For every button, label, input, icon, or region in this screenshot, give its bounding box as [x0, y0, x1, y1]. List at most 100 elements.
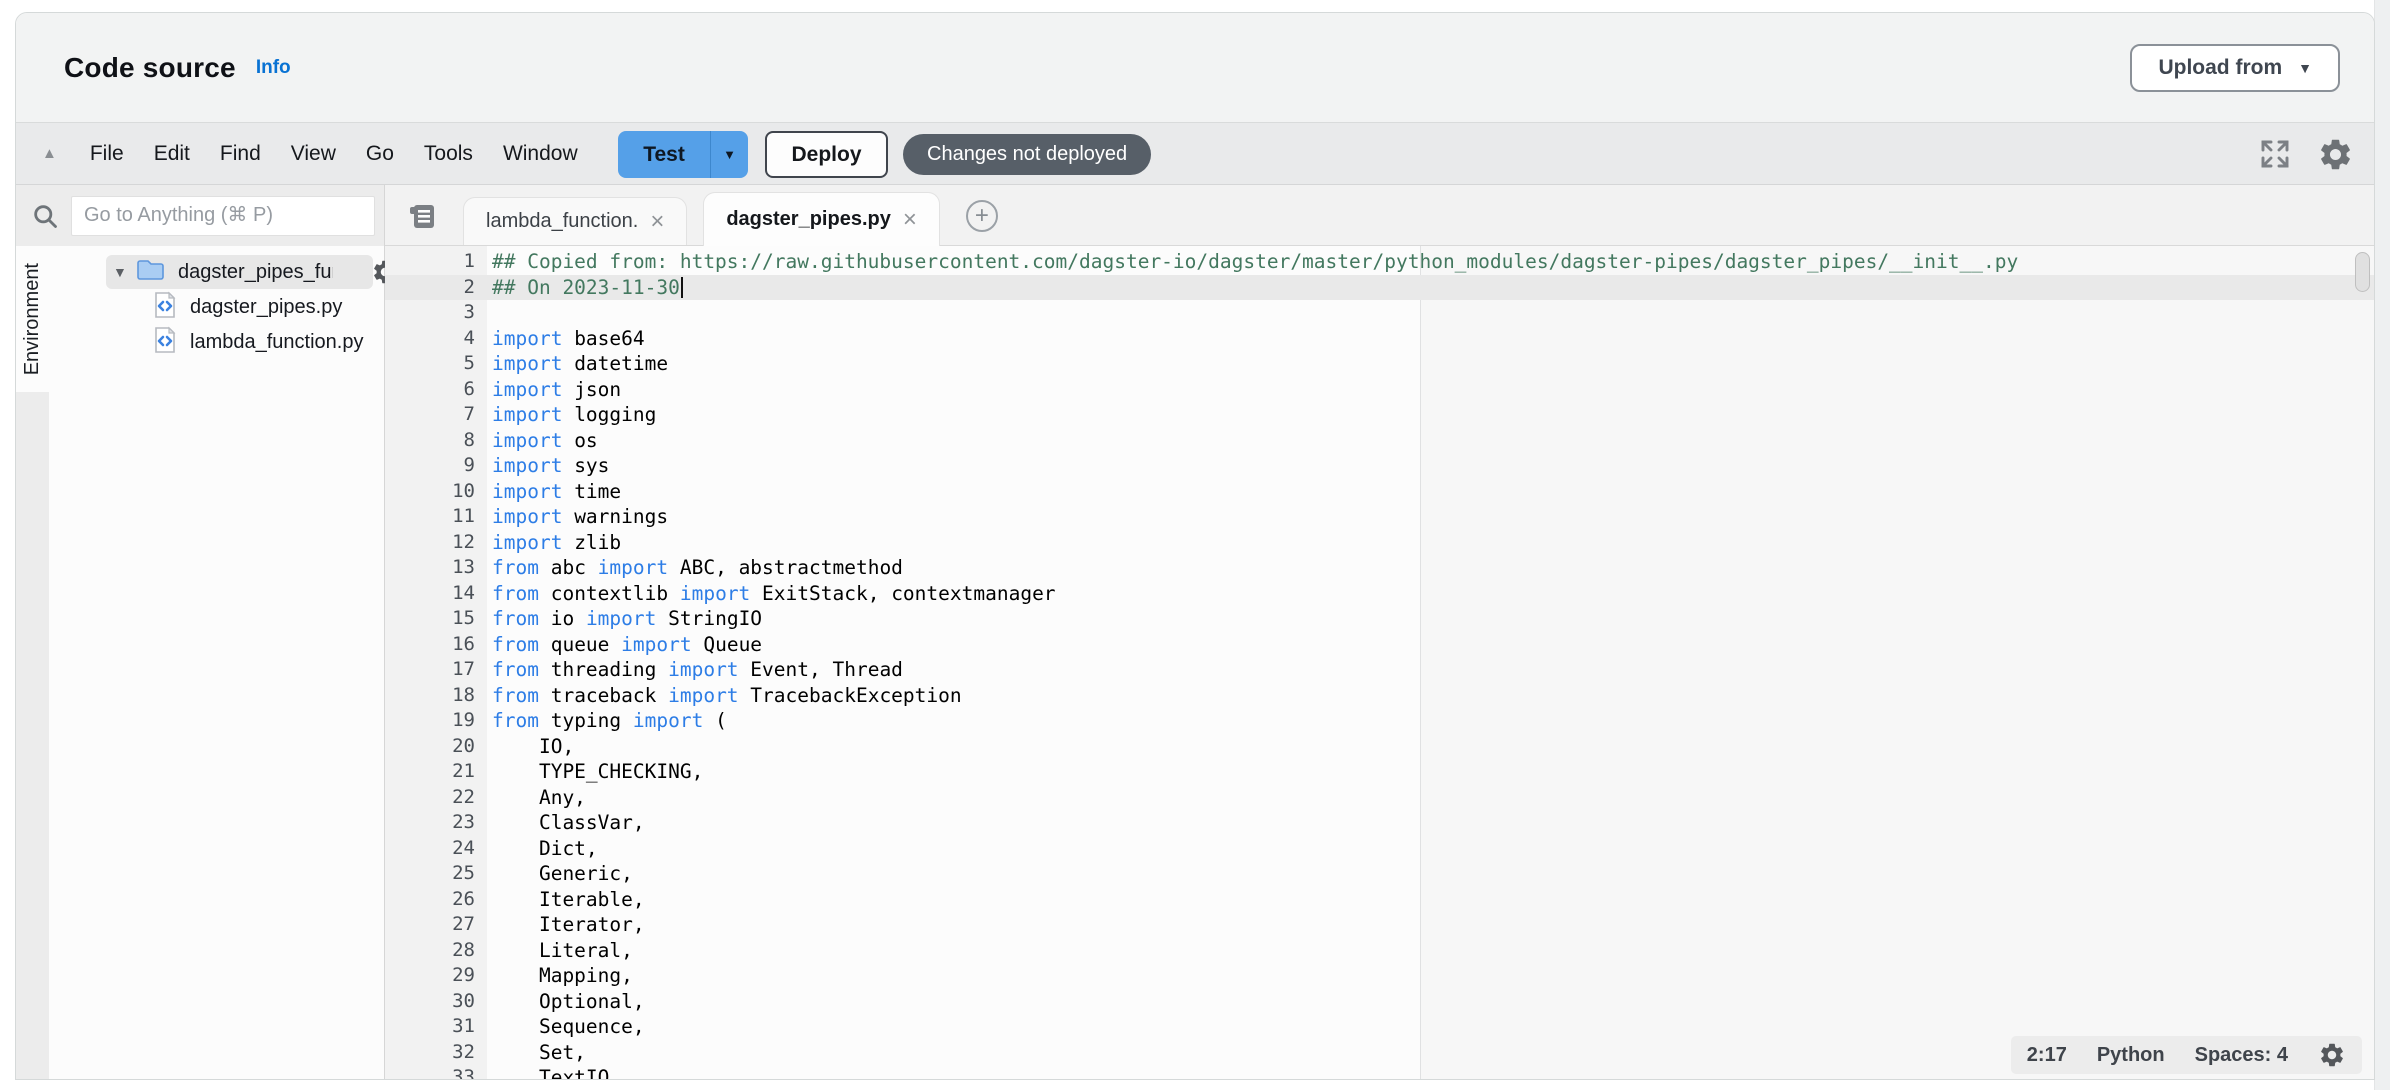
new-tab-plus-icon[interactable]: +: [966, 200, 998, 232]
folder-expand-caret-icon[interactable]: ▼: [113, 264, 135, 280]
code-token: StringIO: [656, 607, 762, 630]
code-token: typing: [539, 709, 633, 732]
tree-file-dagster-pipes-py[interactable]: dagster_pipes.py: [49, 290, 384, 325]
code-token: Mapping,: [492, 964, 633, 987]
editor-scrollbar-thumb[interactable]: [2355, 252, 2370, 292]
tab-dagster-pipes-py[interactable]: dagster_pipes.py×: [703, 192, 940, 246]
code-line[interactable]: 29 Mapping,: [385, 963, 2374, 989]
line-number: 4: [385, 326, 475, 352]
code-token: Iterator,: [492, 913, 645, 936]
code-text: Set,: [475, 1040, 586, 1066]
settings-gear-icon[interactable]: [2317, 136, 2354, 173]
code-token: import: [492, 531, 562, 554]
code-token: import: [621, 633, 691, 656]
tab-list-icon[interactable]: [407, 200, 439, 237]
code-token: Event, Thread: [739, 658, 903, 681]
code-line[interactable]: 22 Any,: [385, 785, 2374, 811]
deploy-button[interactable]: Deploy: [765, 131, 888, 178]
code-line[interactable]: 2## On 2023-11-30: [385, 275, 2374, 301]
code-token: ## Copied from: https://raw.githubuserco…: [492, 250, 2018, 273]
code-line[interactable]: 5import datetime: [385, 351, 2374, 377]
code-line[interactable]: 17from threading import Event, Thread: [385, 657, 2374, 683]
code-line[interactable]: 19from typing import (: [385, 708, 2374, 734]
status-gear-icon[interactable]: [2318, 1041, 2346, 1069]
search-input[interactable]: [71, 196, 375, 236]
code-line[interactable]: 25 Generic,: [385, 861, 2374, 887]
menu-edit[interactable]: Edit: [139, 123, 205, 185]
code-line[interactable]: 9import sys: [385, 453, 2374, 479]
code-token: import: [492, 378, 562, 401]
editor-menubar: ▲ FileEditFindViewGoToolsWindow Test ▼ D…: [16, 123, 2374, 185]
code-token: json: [562, 378, 621, 401]
sidebar-body: Environment ▼ dagster_pipes_funct: [16, 246, 384, 1079]
code-line[interactable]: 21 TYPE_CHECKING,: [385, 759, 2374, 785]
code-token: import: [492, 480, 562, 503]
code-token: TracebackException: [739, 684, 962, 707]
code-line[interactable]: 23 ClassVar,: [385, 810, 2374, 836]
tab-lambda-function-[interactable]: lambda_function.×: [463, 197, 687, 245]
code-line[interactable]: 12import zlib: [385, 530, 2374, 556]
code-line[interactable]: 30 Optional,: [385, 989, 2374, 1015]
code-line[interactable]: 28 Literal,: [385, 938, 2374, 964]
upload-from-button[interactable]: Upload from ▼: [2130, 44, 2340, 92]
menu-window[interactable]: Window: [488, 123, 593, 185]
language-mode[interactable]: Python: [2097, 1044, 2165, 1067]
search-icon: [31, 202, 59, 230]
code-line[interactable]: 7import logging: [385, 402, 2374, 428]
code-text: from typing import (: [475, 708, 727, 734]
code-line[interactable]: 10import time: [385, 479, 2374, 505]
code-line[interactable]: 26 Iterable,: [385, 887, 2374, 913]
code-line[interactable]: 8import os: [385, 428, 2374, 454]
spaces-setting[interactable]: Spaces: 4: [2195, 1044, 2288, 1067]
fullscreen-icon[interactable]: [2259, 138, 2291, 170]
line-number: 14: [385, 581, 475, 607]
code-line[interactable]: 24 Dict,: [385, 836, 2374, 862]
collapse-up-icon[interactable]: ▲: [42, 145, 57, 162]
cursor-position[interactable]: 2:17: [2027, 1044, 2067, 1067]
code-line[interactable]: 27 Iterator,: [385, 912, 2374, 938]
code-token: import: [680, 582, 750, 605]
tab-close-icon[interactable]: ×: [650, 210, 664, 234]
line-number: 8: [385, 428, 475, 454]
code-token: Generic,: [492, 862, 633, 885]
code-token: Set,: [492, 1041, 586, 1064]
code-line[interactable]: 6import json: [385, 377, 2374, 403]
menu-go[interactable]: Go: [351, 123, 409, 185]
code-lines[interactable]: 1## Copied from: https://raw.githubuserc…: [385, 246, 2374, 1079]
code-line[interactable]: 14from contextlib import ExitStack, cont…: [385, 581, 2374, 607]
code-line[interactable]: 4import base64: [385, 326, 2374, 352]
code-token: io: [539, 607, 586, 630]
code-text: import datetime: [475, 351, 668, 377]
code-line[interactable]: 1## Copied from: https://raw.githubuserc…: [385, 249, 2374, 275]
info-link[interactable]: Info: [256, 57, 291, 79]
code-line[interactable]: 3: [385, 300, 2374, 326]
code-line[interactable]: 20 IO,: [385, 734, 2374, 760]
menu-find[interactable]: Find: [205, 123, 276, 185]
environment-tab[interactable]: Environment: [16, 246, 49, 392]
code-text: from contextlib import ExitStack, contex…: [475, 581, 1056, 607]
test-dropdown-button[interactable]: ▼: [710, 131, 748, 178]
code-token: import: [633, 709, 703, 732]
code-text: from abc import ABC, abstractmethod: [475, 555, 903, 581]
tree-folder-row[interactable]: ▼ dagster_pipes_funct ▼: [49, 254, 384, 290]
menu-tools[interactable]: Tools: [409, 123, 488, 185]
browser-scrollbar[interactable]: [2374, 0, 2390, 1090]
upload-from-label: Upload from: [2158, 56, 2282, 80]
code-line[interactable]: 11import warnings: [385, 504, 2374, 530]
code-line[interactable]: 18from traceback import TracebackExcepti…: [385, 683, 2374, 709]
code-token: import: [586, 607, 656, 630]
menu-file[interactable]: File: [75, 123, 139, 185]
line-number: 31: [385, 1014, 475, 1040]
code-text: import os: [475, 428, 598, 454]
tree-file-lambda-function-py[interactable]: lambda_function.py: [49, 325, 384, 360]
test-button[interactable]: Test: [618, 131, 710, 178]
code-token: Literal,: [492, 939, 633, 962]
tab-close-icon[interactable]: ×: [903, 208, 917, 232]
menu-view[interactable]: View: [276, 123, 351, 185]
editor-status-bar: 2:17 Python Spaces: 4: [2011, 1036, 2362, 1074]
line-number: 7: [385, 402, 475, 428]
code-line[interactable]: 16from queue import Queue: [385, 632, 2374, 658]
code-line[interactable]: 13from abc import ABC, abstractmethod: [385, 555, 2374, 581]
code-line[interactable]: 15from io import StringIO: [385, 606, 2374, 632]
code-token: from: [492, 658, 539, 681]
